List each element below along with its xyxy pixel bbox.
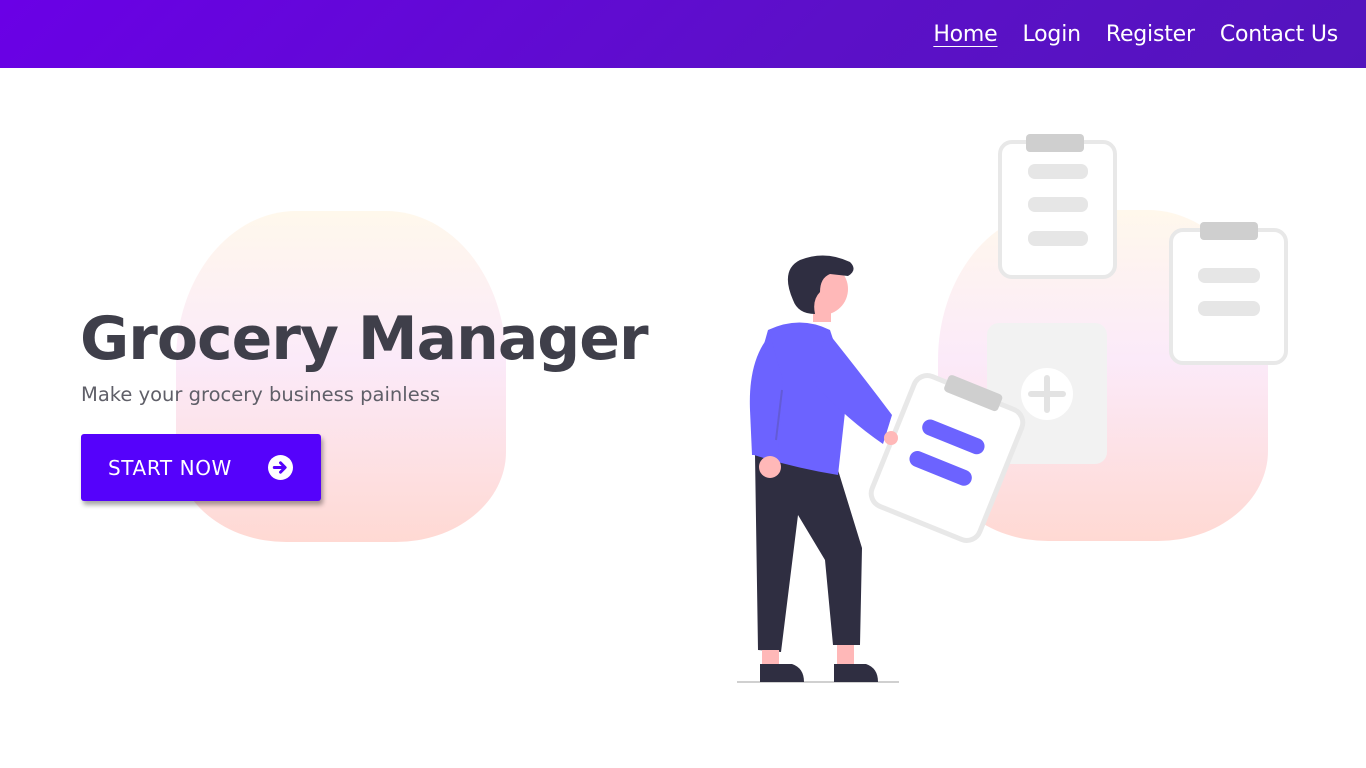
clipboard-icon-top (998, 134, 1117, 279)
hero-title: Grocery Manager (80, 304, 649, 374)
arrow-right-circle-icon (268, 455, 293, 480)
nav-link-home[interactable]: Home (933, 22, 997, 47)
start-now-button[interactable]: START NOW (81, 434, 321, 501)
start-now-label: START NOW (108, 455, 232, 480)
person-with-clipboards-illustration (737, 134, 1288, 683)
nav-link-register[interactable]: Register (1106, 22, 1195, 47)
nav-link-login[interactable]: Login (1023, 22, 1082, 47)
nav-link-contact-us[interactable]: Contact Us (1220, 22, 1338, 47)
top-navbar: Home Login Register Contact Us (0, 0, 1366, 68)
hero-subtitle: Make your grocery business painless (81, 383, 441, 406)
clipboard-icon-right (1169, 222, 1288, 365)
